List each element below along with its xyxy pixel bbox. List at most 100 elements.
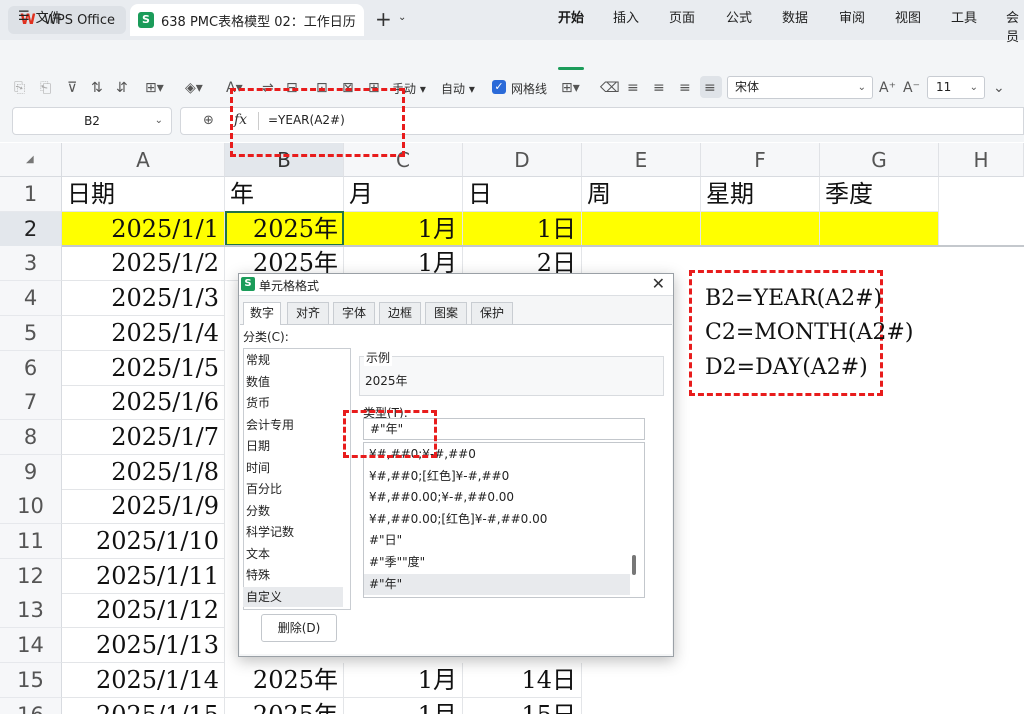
row-header-6[interactable]: 6: [0, 351, 62, 386]
tab-formula[interactable]: 公式: [726, 7, 752, 26]
column-header-d[interactable]: D: [463, 143, 582, 177]
column-header-h[interactable]: H: [939, 143, 1024, 177]
category-item[interactable]: 数值: [243, 372, 343, 392]
format-list-scrollbar[interactable]: [632, 555, 636, 575]
day-cell[interactable]: 15日: [463, 698, 582, 714]
date-cell[interactable]: 2025/1/5: [62, 351, 225, 386]
date-cell[interactable]: 2025/1/6: [62, 385, 225, 420]
column-header-a[interactable]: A: [62, 143, 225, 177]
tab-data[interactable]: 数据: [782, 7, 808, 26]
category-item[interactable]: 文本: [243, 544, 343, 564]
row-header-8[interactable]: 8: [0, 420, 62, 455]
date-cell[interactable]: 2025/1/4: [62, 316, 225, 351]
delete-button[interactable]: 删除(D): [261, 614, 337, 642]
year-cell[interactable]: 2025年: [225, 663, 344, 698]
date-cell[interactable]: 2025/1/10: [62, 524, 225, 559]
dialog-tab-number[interactable]: 数字: [243, 302, 281, 325]
new-tab-menu-icon[interactable]: ⌄: [398, 12, 406, 23]
header-cell[interactable]: 日期: [62, 177, 225, 212]
format-code-item[interactable]: ¥#,##0.00;¥-#,##0.00: [364, 487, 630, 508]
category-item[interactable]: 常规: [243, 350, 343, 370]
font-family-select[interactable]: 宋体 ⌄: [727, 76, 873, 99]
date-cell[interactable]: 2025/1/9: [62, 489, 225, 524]
tab-tools[interactable]: 工具: [951, 7, 977, 26]
column-header-f[interactable]: F: [701, 143, 820, 177]
date-cell[interactable]: 2025/1/15: [62, 698, 225, 714]
category-item[interactable]: 时间: [243, 458, 343, 478]
dialog-tab-border[interactable]: 边框: [379, 302, 421, 324]
row-header-12[interactable]: 12: [0, 559, 62, 594]
new-tab-button[interactable]: +: [375, 7, 392, 31]
filter-icon[interactable]: ⊽: [67, 80, 77, 96]
format-code-item[interactable]: ¥#,##0.00;[红色]¥-#,##0.00: [364, 509, 630, 530]
column-header-g[interactable]: G: [820, 143, 939, 177]
name-box[interactable]: B2 ⌄: [12, 107, 172, 135]
tab-page[interactable]: 页面: [669, 7, 695, 26]
category-item[interactable]: 自定义: [243, 586, 343, 607]
row-header-10[interactable]: 10: [0, 489, 62, 524]
align-right-icon[interactable]: ≡: [679, 80, 691, 96]
year-cell[interactable]: 2025年: [225, 698, 344, 714]
month-cell[interactable]: 1月: [344, 212, 463, 247]
decrease-font-icon[interactable]: A⁻: [903, 80, 920, 96]
borders-icon[interactable]: ⊞▾: [145, 80, 164, 96]
dialog-tab-alignment[interactable]: 对齐: [287, 302, 329, 324]
header-cell[interactable]: 日: [463, 177, 582, 212]
table-style-icon[interactable]: ⊞▾: [561, 80, 580, 96]
dialog-tab-protection[interactable]: 保护: [471, 302, 513, 324]
gridlines-checkbox[interactable]: ✓: [492, 80, 506, 94]
format-painter-icon[interactable]: ⎗: [40, 80, 51, 96]
row-header-5[interactable]: 5: [0, 316, 62, 351]
empty-cell[interactable]: [701, 212, 820, 247]
empty-cell[interactable]: [820, 212, 939, 247]
date-cell[interactable]: 2025/1/2: [62, 246, 225, 281]
align-center-icon[interactable]: ≡: [653, 80, 665, 96]
zoom-formula-icon[interactable]: ⊕: [203, 113, 214, 128]
format-code-item[interactable]: #"年": [364, 573, 630, 595]
header-cell[interactable]: 月: [344, 177, 463, 212]
sort-descending-icon[interactable]: ⇵: [116, 80, 128, 96]
empty-cell[interactable]: [582, 212, 701, 247]
row-header-7[interactable]: 7: [0, 385, 62, 420]
row-header-14[interactable]: 14: [0, 628, 62, 663]
category-item[interactable]: 货币: [243, 393, 343, 413]
tab-review[interactable]: 审阅: [839, 7, 865, 26]
date-cell[interactable]: 2025/1/13: [62, 628, 225, 663]
row-header-16[interactable]: 16: [0, 698, 62, 714]
header-cell[interactable]: 周: [582, 177, 701, 212]
category-item[interactable]: 分数: [243, 501, 343, 521]
row-header-13[interactable]: 13: [0, 593, 62, 628]
tab-insert[interactable]: 插入: [613, 7, 639, 26]
tab-document[interactable]: S 638 PMC表格模型 02：工作日历 ●: [130, 4, 364, 36]
date-cell[interactable]: 2025/1/8: [62, 455, 225, 490]
date-cell[interactable]: 2025/1/11: [62, 559, 225, 594]
column-header-e[interactable]: E: [582, 143, 701, 177]
close-icon[interactable]: ✕: [652, 274, 665, 293]
autofit-button[interactable]: 自动 ▾: [441, 80, 475, 97]
date-cell[interactable]: 2025/1/12: [62, 593, 225, 628]
increase-font-icon[interactable]: A⁺: [879, 80, 896, 96]
header-cell[interactable]: 年: [225, 177, 344, 212]
tab-member[interactable]: 会员: [1006, 7, 1024, 45]
date-cell[interactable]: 2025/1/1: [62, 212, 225, 247]
day-cell[interactable]: 14日: [463, 663, 582, 698]
align-left-icon[interactable]: ≡: [627, 80, 639, 96]
format-code-item[interactable]: #"季""度": [364, 552, 630, 573]
format-code-item[interactable]: #"日": [364, 530, 630, 551]
row-header-9[interactable]: 9: [0, 455, 62, 490]
row-header-11[interactable]: 11: [0, 524, 62, 559]
row-header-15[interactable]: 15: [0, 663, 62, 698]
month-cell[interactable]: 1月: [344, 663, 463, 698]
year-cell[interactable]: 2025年: [225, 212, 344, 247]
dialog-tab-pattern[interactable]: 图案: [425, 302, 467, 324]
file-menu[interactable]: ☰ 文件: [18, 7, 62, 26]
dialog-tab-font[interactable]: 字体: [333, 302, 375, 324]
category-item[interactable]: 百分比: [243, 479, 343, 499]
fill-color-icon[interactable]: ◈▾: [185, 80, 203, 96]
date-cell[interactable]: 2025/1/14: [62, 663, 225, 698]
sort-ascending-icon[interactable]: ⇅: [91, 80, 103, 96]
row-header-1[interactable]: 1: [0, 177, 62, 212]
header-cell[interactable]: 星期: [701, 177, 820, 212]
row-header-4[interactable]: 4: [0, 281, 62, 316]
month-cell[interactable]: 1月: [344, 698, 463, 714]
